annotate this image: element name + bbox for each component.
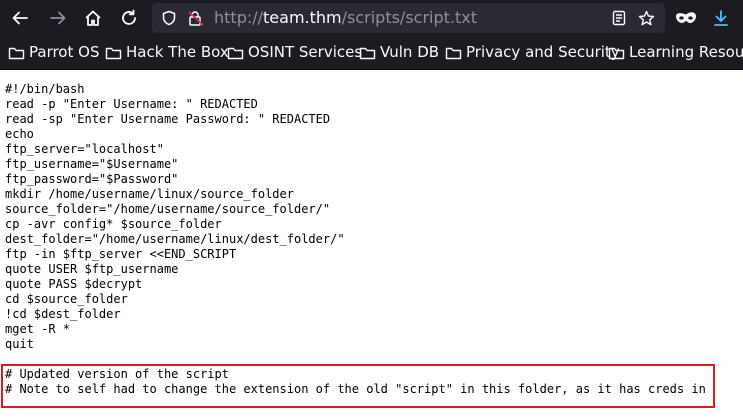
code-line: #!/bin/bash (5, 82, 85, 96)
bookmark-label: Parrot OS (29, 43, 100, 61)
reader-view-icon[interactable] (611, 10, 627, 26)
bookmark-folder-osint-services[interactable]: OSINT Services (227, 36, 362, 69)
forward-button[interactable] (44, 4, 72, 32)
downloads-button[interactable] (709, 6, 733, 30)
private-browsing-button[interactable] (674, 6, 698, 30)
folder-icon (227, 47, 244, 59)
code-line: cp -avr config* $source_folder (5, 217, 222, 231)
code-line: !cd $dest_folder (5, 307, 121, 321)
url-scheme: http:// (214, 8, 264, 27)
folder-icon (445, 47, 462, 59)
url-path: /scripts/script.txt (341, 8, 477, 27)
code-line: ftp_password="$Password" (5, 172, 179, 186)
folder-icon (608, 47, 625, 59)
url-text[interactable]: http://team.thm/scripts/script.txt (214, 3, 477, 33)
url-bar[interactable]: http://team.thm/scripts/script.txt (152, 3, 665, 33)
bookmark-label: Vuln DB (380, 43, 440, 61)
code-line: dest_folder="/home/username/linux/dest_f… (5, 232, 345, 246)
highlight-box (1, 364, 715, 408)
back-button[interactable] (6, 4, 34, 32)
insecure-lock-icon[interactable] (187, 10, 205, 26)
code-line: source_folder="/home/username/source_fol… (5, 202, 331, 216)
folder-icon (105, 47, 122, 59)
code-line: echo (5, 127, 34, 141)
script-text: #!/bin/bash read -p "Enter Username: " RE… (5, 82, 706, 397)
code-line: read -sp "Enter Username Password: " RED… (5, 112, 331, 126)
code-line: quote PASS $decrypt (5, 277, 143, 291)
bookmark-folder-learning-resources[interactable]: Learning Resources (608, 36, 743, 69)
code-line: cd $source_folder (5, 292, 128, 306)
shield-icon[interactable] (161, 10, 177, 26)
bookmark-label: Privacy and Security (466, 43, 620, 61)
code-line: ftp_username="$Username" (5, 157, 179, 171)
bookmark-folder-vuln-db[interactable]: Vuln DB (359, 36, 439, 69)
code-line: ftp_server="localhost" (5, 142, 164, 156)
bookmark-folder-hack-the-box[interactable]: Hack The Box (105, 36, 229, 69)
home-button[interactable] (79, 4, 107, 32)
browser-toolbar: http://team.thm/scripts/script.txt (0, 0, 743, 36)
code-line: ftp -in $ftp_server <<END_SCRIPT (5, 247, 237, 261)
folder-icon (8, 47, 25, 59)
code-line: mget -R * (5, 322, 71, 336)
reload-icon (122, 9, 136, 25)
bookmark-label: OSINT Services (248, 43, 363, 61)
code-line: read -p "Enter Username: " REDACTED (5, 97, 258, 111)
folder-icon (359, 47, 376, 59)
reload-button[interactable] (115, 4, 143, 32)
code-line: mkdir /home/username/linux/source_folder (5, 187, 294, 201)
download-icon (714, 10, 728, 26)
code-line: quote USER $ftp_username (5, 262, 179, 276)
bookmark-folder-parrot-os[interactable]: Parrot OS (8, 36, 99, 69)
bookmark-star-icon[interactable] (638, 10, 655, 26)
arrow-right-icon (50, 11, 66, 25)
bookmark-folder-privacy-and-security[interactable]: Privacy and Security (445, 36, 620, 69)
code-line: quit (5, 337, 34, 351)
url-host: team.thm (263, 8, 342, 27)
bookmarks-toolbar: Parrot OS Hack The Box OSINT Services Vu… (0, 36, 743, 70)
mask-icon (676, 12, 696, 23)
bookmark-label: Hack The Box (126, 43, 229, 61)
arrow-left-icon (12, 11, 28, 25)
page-content: #!/bin/bash read -p "Enter Username: " RE… (0, 70, 743, 420)
home-icon (85, 10, 101, 26)
bookmark-label: Learning Resources (629, 43, 743, 61)
